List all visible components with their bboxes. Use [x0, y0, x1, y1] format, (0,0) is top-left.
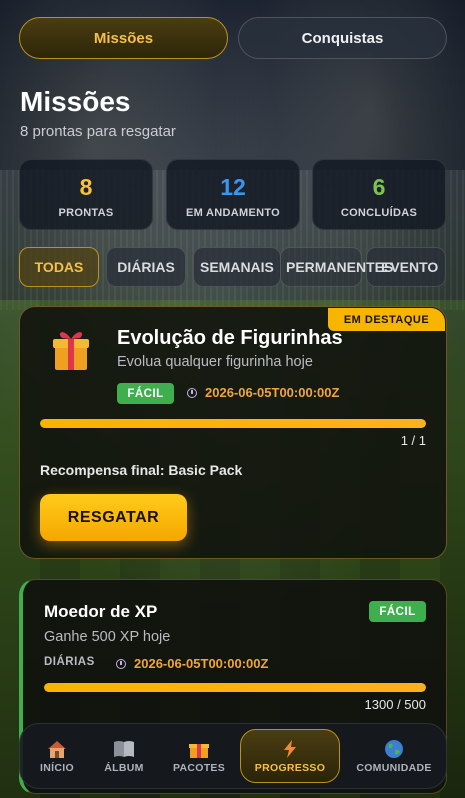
globe-icon [385, 739, 403, 758]
nav-label: ÁLBUM [104, 761, 144, 774]
home-icon [48, 740, 66, 758]
lightning-icon [284, 739, 296, 758]
page-title: Missões [20, 86, 131, 117]
tab-conquistas[interactable]: Conquistas [238, 17, 447, 59]
stat-value: 12 [220, 174, 246, 200]
stat-label: EM ANDAMENTO [185, 207, 281, 219]
mission-title: Moedor de XP [44, 602, 158, 621]
mission-description: Ganhe 500 XP hoje [44, 629, 171, 645]
nav-label: PROGRESSO [254, 761, 326, 774]
filter-chip-semanais[interactable]: SEMANAIS [193, 247, 281, 287]
progress-bar-fill [44, 683, 426, 692]
progress-bar [40, 419, 426, 428]
clock-icon [116, 658, 126, 669]
gift-icon [189, 743, 209, 758]
clock-icon [187, 387, 197, 398]
nav-label: PACOTES [172, 761, 226, 774]
stat-card-em-andamento: 12 EM ANDAMENTO [166, 159, 300, 230]
mission-category: DIÁRIAS [44, 656, 95, 668]
progress-bar [44, 683, 426, 692]
featured-mission-description: Evolua qualquer figurinha hoje [117, 354, 313, 370]
tab-missoes[interactable]: Missões [19, 17, 228, 59]
stat-value: 8 [79, 174, 93, 200]
claim-button[interactable]: RESGATAR [40, 494, 187, 541]
difficulty-badge: FÁCIL [369, 601, 426, 622]
progress-count: 1 / 1 [400, 433, 426, 448]
nav-item-comunidade[interactable]: COMUNIDADE [354, 730, 434, 782]
nav-label: COMUNIDADE [356, 761, 432, 774]
deadline: 2026-06-05T00:00:00Z [187, 385, 339, 400]
nav-item-album[interactable]: ÁLBUM [84, 730, 164, 782]
stat-label: PRONTAS [58, 207, 114, 219]
filter-chip-diarias[interactable]: DIÁRIAS [106, 247, 186, 287]
difficulty-badge: FÁCIL [117, 383, 174, 404]
filter-chip-permanentes[interactable]: PERMANENTES [280, 247, 393, 287]
reward-text: Recompensa final: Basic Pack [40, 462, 243, 478]
page-subtitle: 8 prontas para resgatar [20, 123, 176, 140]
stat-label: CONCLUÍDAS [340, 207, 418, 219]
nav-item-pacotes[interactable]: PACOTES [159, 730, 239, 782]
featured-badge: EM DESTAQUE [328, 308, 445, 331]
filter-chip-todas[interactable]: TODAS [19, 247, 99, 287]
stat-value: 6 [372, 174, 386, 200]
progress-bar-fill [40, 419, 426, 428]
gift-icon [53, 332, 89, 370]
album-icon [114, 740, 134, 757]
deadline-text: 2026-06-05T00:00:00Z [205, 385, 340, 400]
deadline: 2026-06-05T00:00:00Z [116, 656, 268, 671]
stat-card-prontas: 8 PRONTAS [19, 159, 153, 230]
stat-card-concluidas: 6 CONCLUÍDAS [312, 159, 446, 230]
nav-item-progresso[interactable]: PROGRESSO [240, 729, 340, 783]
deadline-text: 2026-06-05T00:00:00Z [134, 656, 269, 671]
progress-count: 1300 / 500 [364, 697, 426, 712]
featured-mission-title: Evolução de Figurinhas [117, 327, 343, 349]
nav-label: INÍCIO [40, 761, 74, 774]
